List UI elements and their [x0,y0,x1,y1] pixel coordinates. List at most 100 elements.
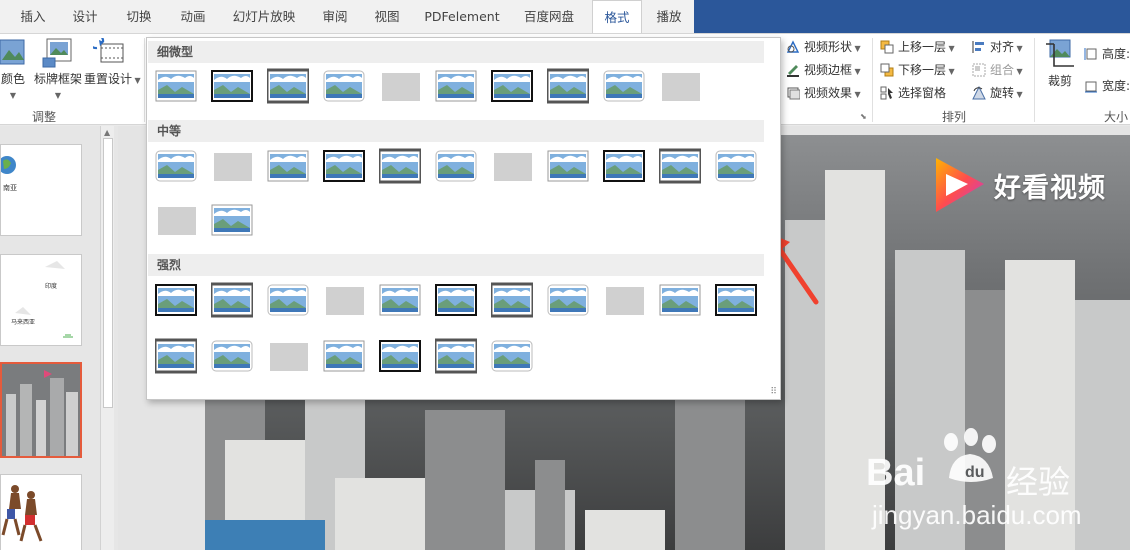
video-style-option[interactable] [155,148,197,184]
city-preview-image [2,364,80,456]
tab-baidu-netdisk[interactable]: 百度网盘 [514,0,584,33]
tab-review[interactable]: 审阅 [312,0,358,33]
rotate-icon [972,86,986,100]
scroll-up-icon[interactable]: ▲ [104,128,110,137]
align-button[interactable]: 对齐 ▼ [972,37,1023,57]
video-style-option[interactable] [377,148,423,184]
video-style-option[interactable] [267,148,309,184]
video-style-option[interactable] [211,202,253,238]
video-style-option[interactable] [491,148,533,184]
video-style-option[interactable] [153,338,199,374]
slide-thumbnail[interactable]: 南亚 [0,144,82,236]
video-style-option[interactable] [433,338,479,374]
reset-design-icon [93,38,124,63]
video-styles-launcher-icon[interactable]: ⬊ [860,112,867,121]
scrollbar-thumb[interactable] [103,138,113,408]
video-style-option[interactable] [155,68,197,104]
selection-pane-button[interactable]: 选择窗格 [880,83,946,103]
tab-design[interactable]: 设计 [62,0,108,33]
tab-slideshow[interactable]: 幻灯片放映 [226,0,302,33]
video-style-option[interactable] [155,202,197,238]
tab-format[interactable]: 格式 [592,0,642,34]
map-shape-icon [15,261,73,338]
tab-transitions[interactable]: 切换 [116,0,162,33]
thumbnail-scrollbar[interactable]: ▲ [100,126,114,550]
video-style-option[interactable] [209,282,255,318]
group-objects-button[interactable]: 组合 ▼ [972,60,1023,80]
group-separator [1034,38,1035,122]
tab-pdfelement[interactable]: PDFelement [418,0,506,33]
baidu-watermark: Bai [866,452,926,494]
svg-text:du: du [965,464,985,481]
adjust-group-label: 调整 [32,110,57,124]
video-style-option[interactable] [491,338,533,374]
poster-frame-button[interactable]: 标牌框架 ▼ [30,38,86,101]
send-backward-button[interactable]: 下移一层 ▼ [880,60,955,80]
slide-thumbnail[interactable] [0,474,82,550]
video-effects-icon [787,87,800,100]
tab-view[interactable]: 视图 [364,0,410,33]
selection-pane-icon [880,86,893,100]
resize-grip-icon[interactable]: ⠿ [770,387,777,397]
video-shape-button[interactable]: 视频形状 ▼ [786,37,861,57]
video-style-option[interactable] [657,148,703,184]
align-icon [972,41,984,53]
tab-animations[interactable]: 动画 [170,0,216,33]
video-style-option[interactable] [603,68,645,104]
video-style-option[interactable] [545,68,591,104]
crop-icon [1046,39,1074,67]
video-style-option[interactable] [379,282,421,318]
pen-icon [787,65,799,77]
group-icon [972,63,986,77]
video-style-option[interactable] [489,282,535,318]
reset-design-button[interactable]: 重置设计 ▼ [84,38,141,87]
video-style-option[interactable] [379,68,421,104]
baidu-paw-icon: du [944,428,996,482]
slide-thumbnail-panel: 南亚 印度 马来西亚 ▲ [0,126,118,550]
video-style-option[interactable] [211,338,253,374]
tab-insert[interactable]: 插入 [10,0,56,33]
video-style-option[interactable] [715,148,757,184]
video-style-option[interactable] [323,282,365,318]
video-style-option[interactable] [267,282,309,318]
width-icon [1085,81,1097,93]
slide-caption: 马来西亚 [11,319,36,326]
video-shape-icon [786,40,800,53]
video-style-option[interactable] [715,282,757,318]
video-style-option[interactable] [155,282,197,318]
video-style-option[interactable] [491,68,533,104]
crop-button[interactable]: 裁剪 [1040,38,1080,89]
video-effects-button[interactable]: 视频效果 ▼ [786,83,861,103]
video-style-option[interactable] [435,68,477,104]
video-style-option[interactable] [435,282,477,318]
size-group-label: 大小 [1104,110,1129,124]
arrange-group-label: 排列 [942,110,967,124]
baidu-jingyan-watermark: 经验 [1006,463,1071,501]
boxers-figure-icon [1,485,43,542]
video-style-option[interactable] [323,68,365,104]
video-style-option[interactable] [603,148,645,184]
video-style-option[interactable] [211,68,253,104]
tab-playback[interactable]: 播放 [646,0,692,33]
video-style-option[interactable] [323,148,365,184]
rotate-button[interactable]: 旋转 ▼ [972,83,1023,103]
video-style-option[interactable] [435,148,477,184]
video-style-option[interactable] [603,282,645,318]
video-style-option[interactable] [659,282,701,318]
section-header-subtle: 细微型 [148,41,764,63]
slide-thumbnail-selected[interactable] [0,362,82,458]
video-style-option[interactable] [323,338,365,374]
video-style-option[interactable] [267,338,309,374]
ribbon-tab-bar: 插入 设计 切换 动画 幻灯片放映 审阅 视图 PDFelement 百度网盘 … [0,0,1130,34]
video-border-button[interactable]: 视频边框 ▼ [786,60,861,80]
video-style-option[interactable] [265,68,311,104]
video-style-option[interactable] [379,338,421,374]
bring-forward-button[interactable]: 上移一层 ▼ [880,37,955,57]
video-style-option[interactable] [547,148,589,184]
video-style-option[interactable] [659,68,701,104]
slide-caption: 印度 [45,283,58,290]
video-style-option[interactable] [211,148,253,184]
color-button[interactable]: 颜色 ▼ [0,38,30,101]
video-style-option[interactable] [547,282,589,318]
slide-thumbnail[interactable]: 印度 马来西亚 [0,254,82,346]
